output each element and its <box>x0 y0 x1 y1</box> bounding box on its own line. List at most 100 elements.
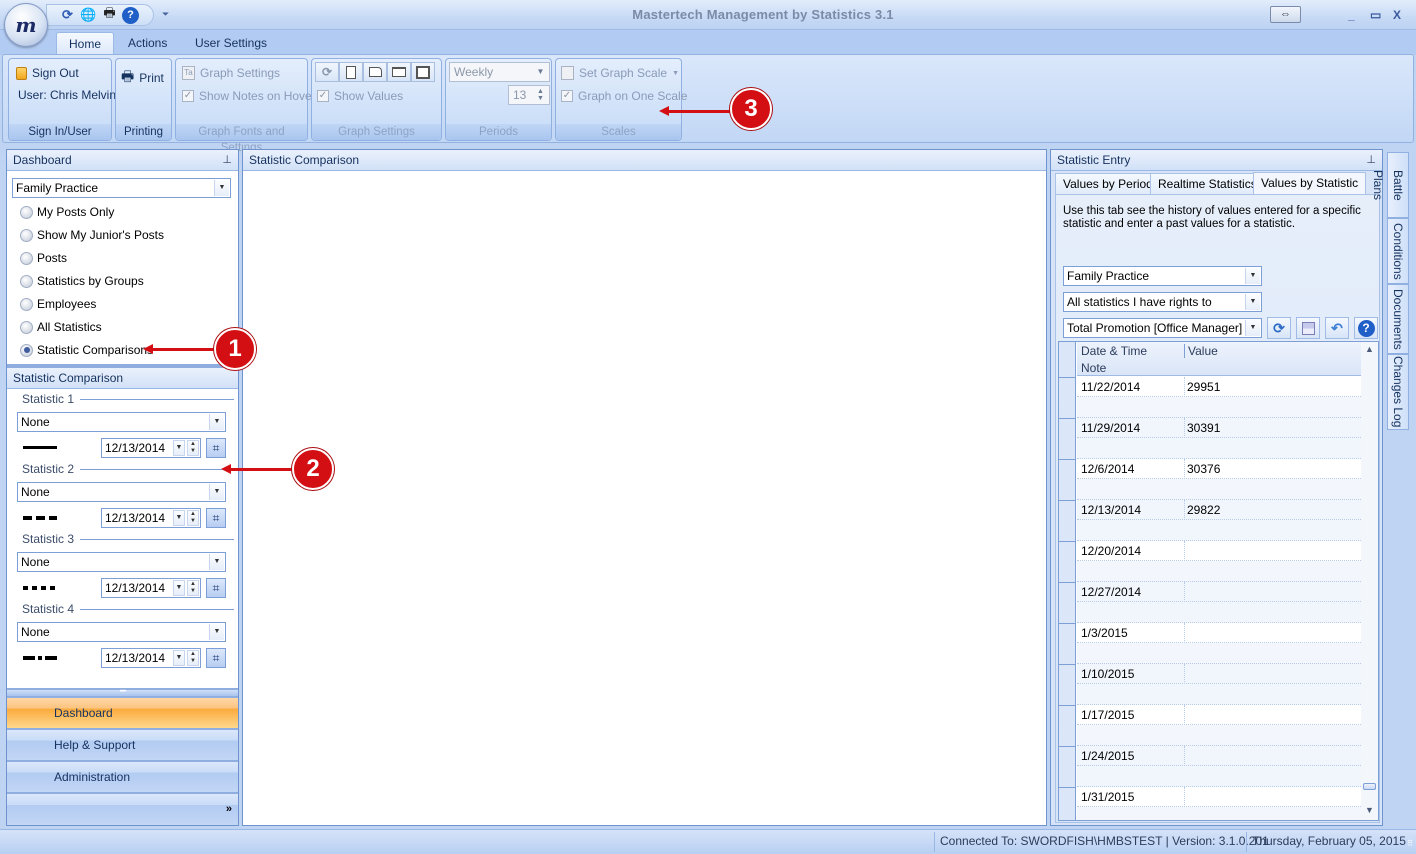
date-cell[interactable]: 12/6/2014 <box>1081 462 1134 476</box>
value-cell[interactable]: 29822 <box>1187 503 1220 517</box>
value-cell[interactable]: 30376 <box>1187 462 1220 476</box>
app-menu-button[interactable]: m <box>4 3 48 47</box>
note-cell[interactable] <box>1077 561 1369 582</box>
one-scale-checkbox[interactable]: ✓ Graph on One Scale <box>561 89 687 103</box>
grid-settings-icon[interactable]: ⌗ <box>206 578 226 598</box>
period-count-spinner[interactable]: 13 ▲ ▼ <box>508 85 550 105</box>
radio-option[interactable]: Statistic Comparisons <box>20 343 153 357</box>
note-cell[interactable] <box>1077 438 1369 459</box>
more-options-icon[interactable]: » <box>226 794 232 824</box>
note-cell[interactable] <box>1077 643 1369 664</box>
scroll-up-icon[interactable]: ▲ <box>1365 344 1374 354</box>
date-cell[interactable]: 12/27/2014 <box>1081 585 1141 599</box>
tab-realtime-statistics[interactable]: Realtime Statistics <box>1150 173 1265 194</box>
table-row[interactable]: 11/22/2014 29951 <box>1077 377 1369 418</box>
table-row[interactable]: 1/3/2015 <box>1077 623 1369 664</box>
table-row[interactable]: 12/13/2014 29822 <box>1077 500 1369 541</box>
line-style-dashed-icon[interactable] <box>23 516 57 520</box>
date-cell[interactable]: 1/24/2015 <box>1081 749 1134 763</box>
value-cell[interactable]: 30391 <box>1187 421 1220 435</box>
scroll-thumb[interactable] <box>1363 783 1376 790</box>
tab-actions[interactable]: Actions <box>116 32 179 55</box>
calendar-dropdown-icon[interactable]: ▼ <box>173 650 185 666</box>
note-cell[interactable] <box>1077 725 1369 746</box>
pin-icon[interactable]: ⊥ <box>1366 150 1376 170</box>
refresh-graph-icon[interactable]: ⟳ <box>315 62 339 82</box>
radio-option[interactable]: All Statistics <box>20 320 102 334</box>
page-rounded-icon[interactable] <box>363 62 387 82</box>
undo-button[interactable]: ↶ <box>1325 317 1349 339</box>
note-cell[interactable] <box>1077 397 1369 418</box>
table-row[interactable]: 11/29/2014 30391 <box>1077 418 1369 459</box>
table-row[interactable]: 1/31/2015 <box>1077 787 1369 820</box>
note-cell[interactable] <box>1077 807 1369 820</box>
line-style-solid-icon[interactable] <box>23 446 57 449</box>
tab-values-by-period[interactable]: Values by Period <box>1055 173 1161 194</box>
layout-toggle-button[interactable]: ⇔ <box>1270 6 1301 23</box>
minimize-button[interactable]: _ <box>1348 8 1355 22</box>
statistic-select[interactable]: None ▼ <box>17 412 226 432</box>
note-cell[interactable] <box>1077 479 1369 500</box>
end-date-picker[interactable]: 12/13/2014 ▼ ▲ ▼ <box>101 438 201 458</box>
close-button[interactable]: X <box>1393 8 1401 22</box>
statistic-select[interactable]: Total Promotion [Office Manager] ▼ <box>1063 318 1262 338</box>
save-button[interactable] <box>1296 317 1320 339</box>
date-spinner-icon[interactable]: ▲ ▼ <box>187 510 199 526</box>
nav-help-support[interactable]: Help & Support <box>7 729 238 760</box>
tab-values-by-statistic[interactable]: Values by Statistic <box>1253 172 1367 195</box>
end-date-picker[interactable]: 12/13/2014 ▼ ▲ ▼ <box>101 648 201 668</box>
column-date-time[interactable]: Date & Time <box>1081 344 1147 358</box>
vertical-scrollbar[interactable]: ▲ ▼ <box>1361 342 1378 820</box>
note-cell[interactable] <box>1077 766 1369 787</box>
pin-icon[interactable]: ⊥ <box>222 150 232 170</box>
side-tab-battle-plans[interactable]: Battle Plans <box>1371 152 1409 218</box>
radio-option[interactable]: Statistics by Groups <box>20 274 144 288</box>
splitter-grip[interactable]: ••••• <box>7 689 238 696</box>
table-row[interactable]: 1/10/2015 <box>1077 664 1369 705</box>
calendar-dropdown-icon[interactable]: ▼ <box>173 440 185 456</box>
radio-option[interactable]: Employees <box>20 297 96 311</box>
graph-settings-button[interactable]: Ta Graph Settings <box>182 66 280 80</box>
rights-filter-select[interactable]: All statistics I have rights to ▼ <box>1063 292 1262 312</box>
statistic-select[interactable]: None ▼ <box>17 482 226 502</box>
table-row[interactable]: 12/6/2014 30376 <box>1077 459 1369 500</box>
date-cell[interactable]: 1/17/2015 <box>1081 708 1134 722</box>
date-cell[interactable]: 1/3/2015 <box>1081 626 1128 640</box>
set-graph-scale-button[interactable]: Set Graph Scale ▼ <box>561 66 679 80</box>
statistic-select[interactable]: None ▼ <box>17 622 226 642</box>
date-cell[interactable]: 12/13/2014 <box>1081 503 1141 517</box>
grid-settings-icon[interactable]: ⌗ <box>206 438 226 458</box>
date-cell[interactable]: 1/31/2015 <box>1081 790 1134 804</box>
resize-grip-icon[interactable]: ⠿ <box>1407 839 1413 848</box>
tab-user-settings[interactable]: User Settings <box>183 32 279 55</box>
date-spinner-icon[interactable]: ▲ ▼ <box>187 650 199 666</box>
table-row[interactable]: 12/27/2014 <box>1077 582 1369 623</box>
note-cell[interactable] <box>1077 684 1369 705</box>
show-notes-checkbox[interactable]: ✓ Show Notes on Hover <box>182 89 316 103</box>
statistic-select[interactable]: None ▼ <box>17 552 226 572</box>
side-tab-conditions[interactable]: Conditions <box>1387 218 1409 284</box>
maximize-button[interactable]: ▭ <box>1370 8 1381 22</box>
line-style-dotted-icon[interactable] <box>23 586 57 590</box>
tab-home[interactable]: Home <box>56 32 115 55</box>
note-cell[interactable] <box>1077 520 1369 541</box>
page-width-icon[interactable] <box>387 62 411 82</box>
column-note[interactable]: Note <box>1081 361 1106 375</box>
date-spinner-icon[interactable]: ▲ ▼ <box>187 580 199 596</box>
value-cell[interactable]: 29951 <box>1187 380 1220 394</box>
calendar-dropdown-icon[interactable]: ▼ <box>173 510 185 526</box>
date-cell[interactable]: 12/20/2014 <box>1081 544 1141 558</box>
date-cell[interactable]: 11/29/2014 <box>1081 421 1140 435</box>
table-row[interactable]: 12/20/2014 <box>1077 541 1369 582</box>
radio-option[interactable]: Posts <box>20 251 67 265</box>
line-style-dash-dot-icon[interactable] <box>23 656 57 660</box>
table-row[interactable]: 1/17/2015 <box>1077 705 1369 746</box>
radio-option[interactable]: My Posts Only <box>20 205 114 219</box>
date-cell[interactable]: 11/22/2014 <box>1081 380 1140 394</box>
grid-settings-icon[interactable]: ⌗ <box>206 508 226 528</box>
calendar-dropdown-icon[interactable]: ▼ <box>173 580 185 596</box>
show-values-checkbox[interactable]: ✓ Show Values <box>317 89 403 103</box>
side-tab-documents[interactable]: Documents <box>1387 284 1409 354</box>
scroll-down-icon[interactable]: ▼ <box>1365 805 1374 815</box>
refresh-button[interactable]: ⟳ <box>1267 317 1291 339</box>
